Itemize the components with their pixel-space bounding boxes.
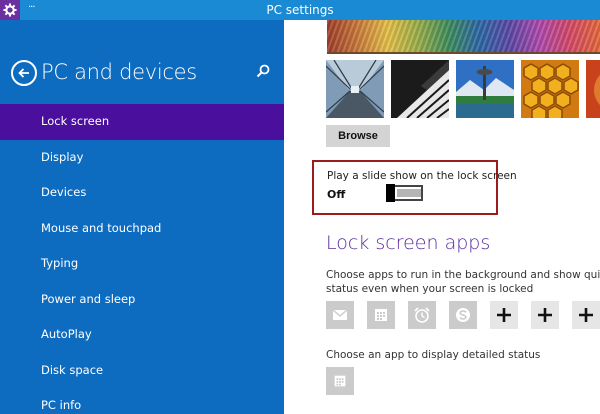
slideshow-toggle-state: Off xyxy=(327,188,346,201)
sidebar-item-pc-info[interactable]: PC info xyxy=(0,388,284,414)
add-icon xyxy=(538,308,552,322)
picture-thumbnail[interactable] xyxy=(326,60,384,118)
sidebar-item-disk-space[interactable]: Disk space xyxy=(0,353,284,389)
detailed-status-app-calendar[interactable] xyxy=(326,367,354,395)
sidebar-item-autoplay[interactable]: AutoPlay xyxy=(0,317,284,353)
alarm-icon xyxy=(414,307,430,323)
add-app-button[interactable] xyxy=(572,301,600,329)
skype-icon xyxy=(456,308,470,322)
lock-screen-app-calendar[interactable] xyxy=(367,301,395,329)
sidebar-item-power-and-sleep[interactable]: Power and sleep xyxy=(0,282,284,318)
page-title: PC and devices xyxy=(41,60,197,84)
window-title: PC settings xyxy=(266,3,334,17)
sidebar-item-typing[interactable]: Typing xyxy=(0,246,284,282)
add-icon xyxy=(497,308,511,322)
sidebar-item-lock-screen[interactable]: Lock screen xyxy=(0,104,284,140)
sidebar-item-devices[interactable]: Devices xyxy=(0,175,284,211)
sidebar-item-mouse-and-touchpad[interactable]: Mouse and touchpad xyxy=(0,211,284,247)
lock-screen-app-mail[interactable] xyxy=(326,301,354,329)
picture-thumbnail[interactable] xyxy=(521,60,579,118)
lock-screen-apps-description: Choose apps to run in the background and… xyxy=(326,269,600,295)
picture-thumbnail[interactable] xyxy=(456,60,514,118)
slideshow-label: Play a slide show on the lock screen xyxy=(327,170,517,182)
toggle-knob[interactable] xyxy=(386,184,395,202)
lock-screen-app-alarms[interactable] xyxy=(408,301,436,329)
sidebar-item-display[interactable]: Display xyxy=(0,140,284,176)
lock-screen-apps-heading: Lock screen apps xyxy=(326,232,491,254)
calendar-icon xyxy=(375,309,387,321)
lock-screen-preview-image xyxy=(327,20,600,54)
detailed-status-description: Choose an app to display detailed status xyxy=(326,349,541,361)
title-bar: ··· PC settings xyxy=(0,0,600,20)
lock-screen-picture-list xyxy=(326,60,600,120)
mail-icon xyxy=(332,309,348,320)
add-icon xyxy=(579,308,593,322)
picture-thumbnail[interactable] xyxy=(391,60,449,118)
search-icon[interactable] xyxy=(256,64,270,78)
add-app-button[interactable] xyxy=(531,301,559,329)
slideshow-toggle[interactable] xyxy=(386,184,423,202)
sidebar: PC and devices Lock screen Display Devic… xyxy=(0,20,284,414)
main-content: Browse Play a slide show on the lock scr… xyxy=(284,20,600,414)
back-button[interactable] xyxy=(11,60,37,86)
calendar-icon xyxy=(334,375,346,387)
browse-button[interactable]: Browse xyxy=(326,125,390,147)
picture-thumbnail[interactable] xyxy=(586,60,600,118)
sidebar-nav: Lock screen Display Devices Mouse and to… xyxy=(0,104,284,414)
toggle-track xyxy=(397,189,421,197)
lock-screen-app-skype[interactable] xyxy=(449,301,477,329)
back-arrow-icon xyxy=(18,68,29,78)
add-app-button[interactable] xyxy=(490,301,518,329)
